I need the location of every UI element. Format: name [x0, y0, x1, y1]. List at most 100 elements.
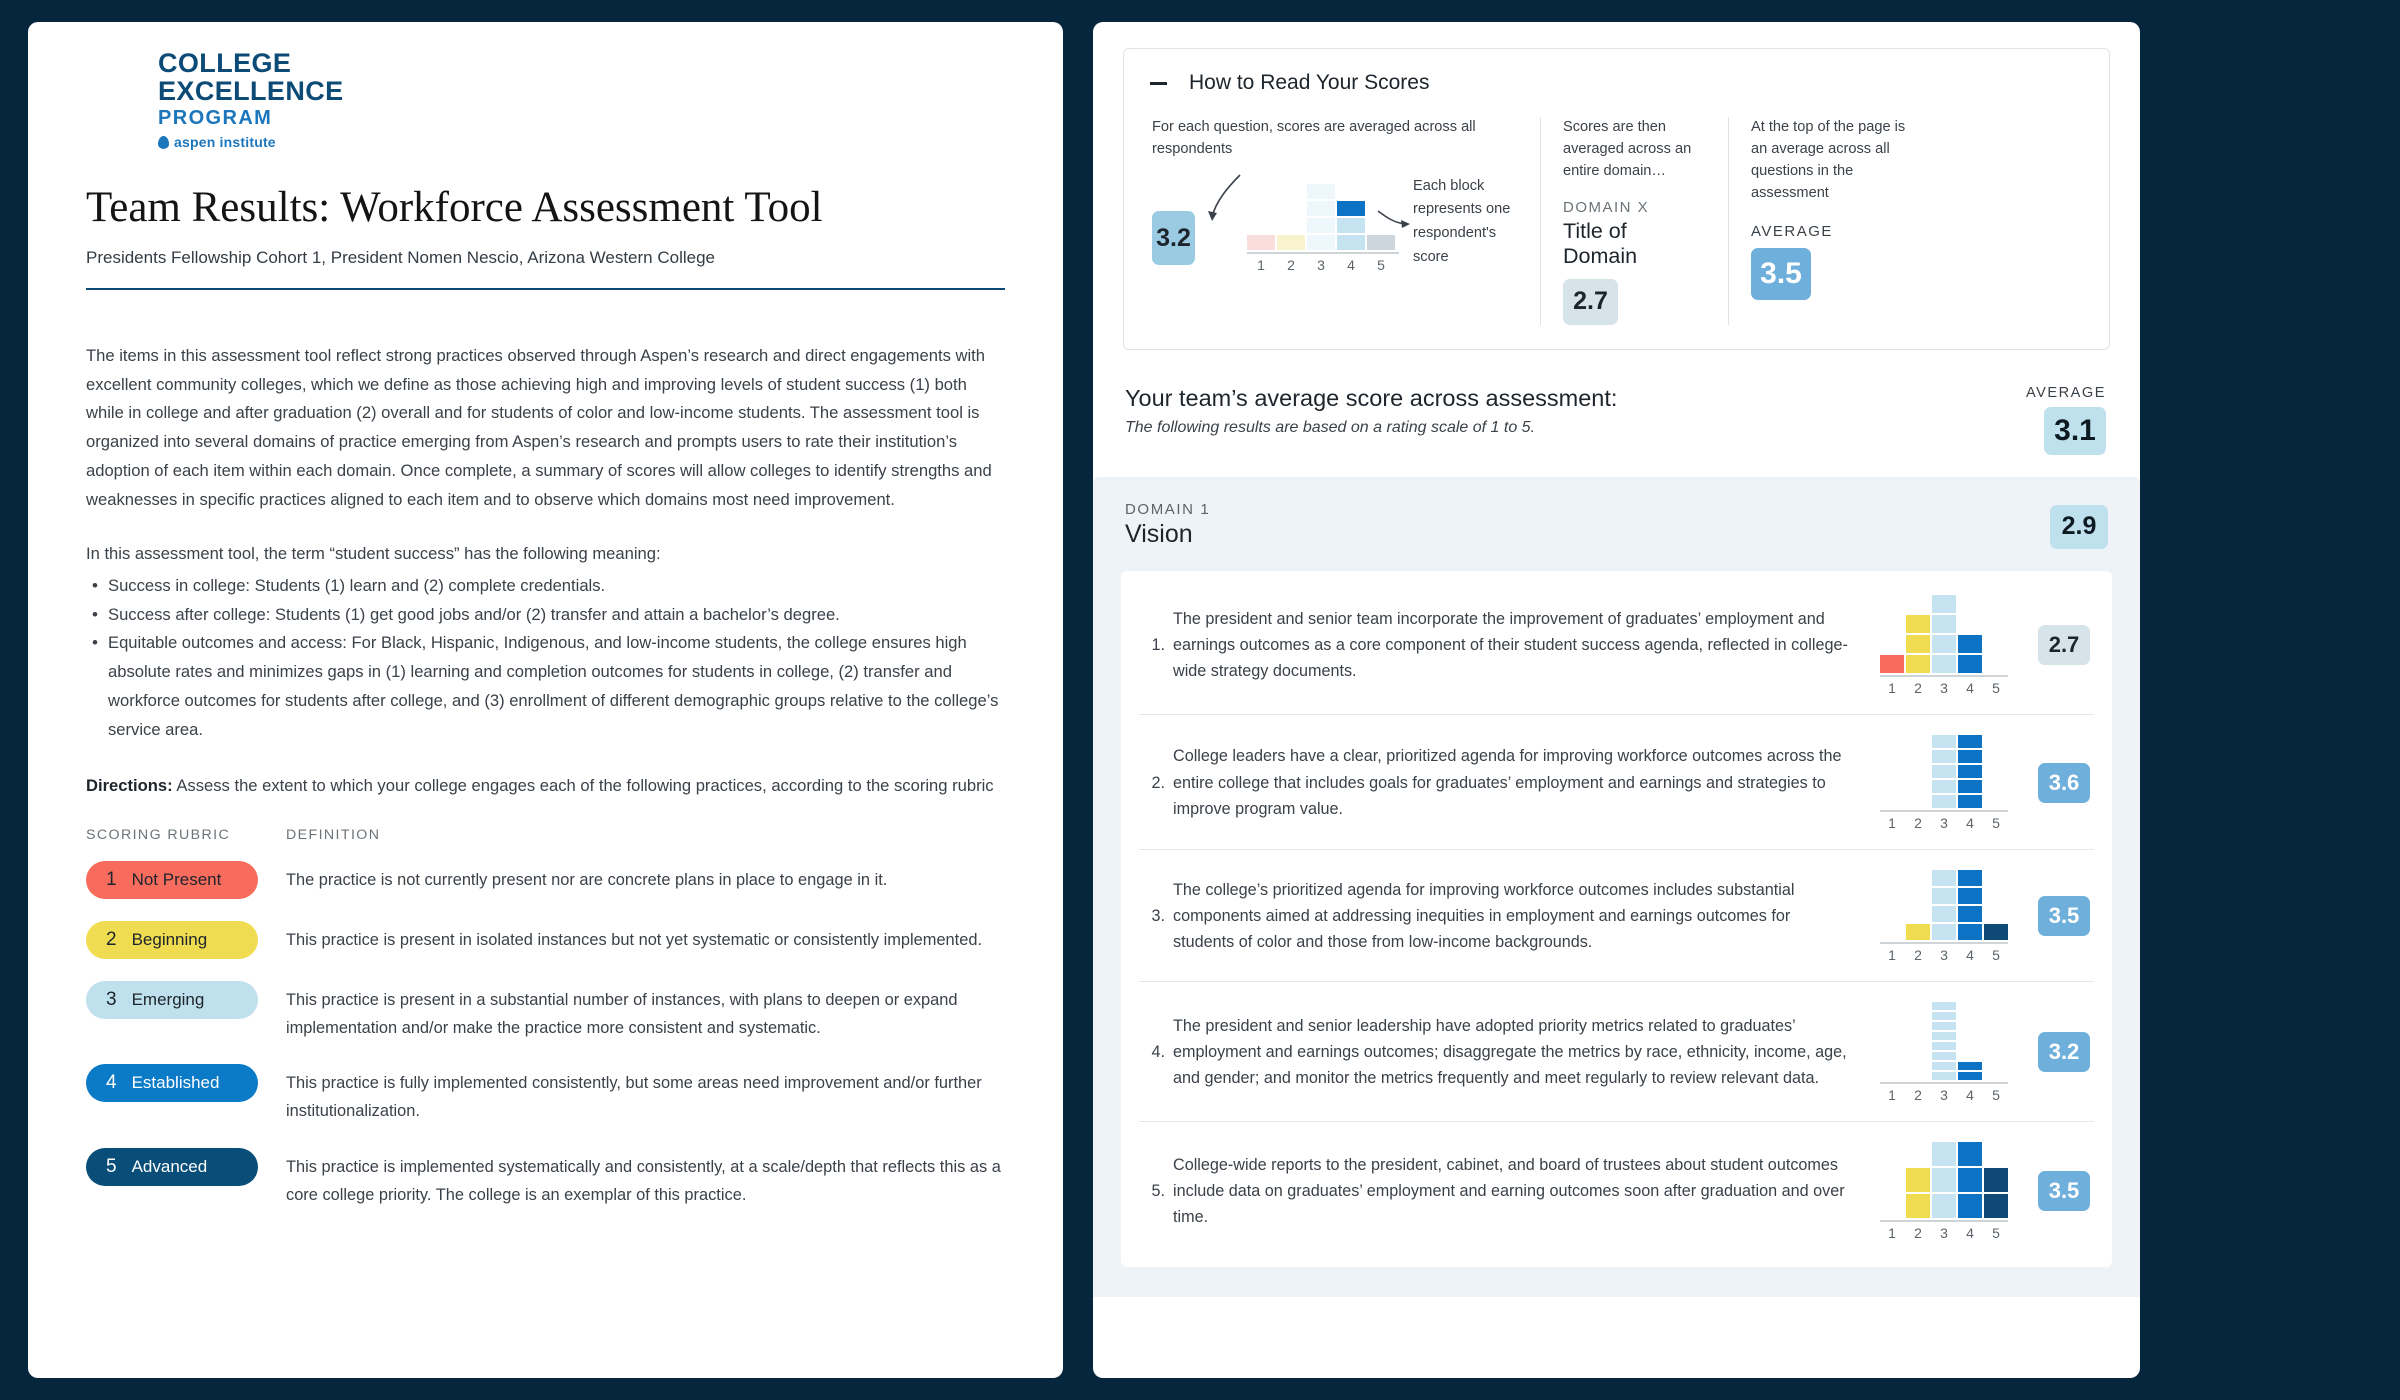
item-distribution-chart: 1 2 3 4 5 [1866, 869, 2022, 963]
workspace: COLLEGE EXCELLENCE PROGRAM aspen institu… [0, 0, 2400, 1400]
item-block [1932, 734, 1956, 748]
how-to-read-panel: How to Read Your Scores For each questio… [1123, 48, 2110, 350]
item-axis-tick: 2 [1914, 814, 1922, 831]
item-bars [1880, 1141, 2008, 1218]
item-bars [1880, 594, 2008, 673]
assessment-item-row: 1. The president and senior team incorpor… [1139, 575, 2094, 715]
item-block [1958, 794, 1982, 808]
legend-block [1336, 201, 1365, 217]
legend-bars [1246, 184, 1395, 251]
item-axis-line [1880, 1081, 2008, 1084]
rubric-pill-3: 3 Emerging [86, 980, 258, 1019]
item-axis-tick: 4 [1966, 1224, 1974, 1241]
domain-label: DOMAIN 1 [1125, 500, 1211, 518]
item-axis-tick: 1 [1888, 1224, 1896, 1241]
curved-arrow-icon [1208, 174, 1241, 221]
item-text: The president and senior leadership have… [1173, 1016, 1847, 1088]
item-block [1958, 1193, 1982, 1218]
example-domain-title: Title of Domain [1563, 218, 1638, 268]
item-distribution-chart: 1 2 3 4 5 [1866, 734, 2022, 831]
item-bar-2 [1906, 1167, 1930, 1218]
item-axis-tick: 4 [1966, 814, 1974, 831]
item-number: 1. [1151, 636, 1165, 655]
rubric-definition-3: This practice is present in a substantia… [286, 990, 958, 1037]
directions-paragraph: Directions: Assess the extent to which y… [86, 772, 1005, 801]
rubric-label-2: Beginning [131, 929, 208, 949]
item-block [1932, 594, 1956, 613]
how-to-read-col3-caption: At the top of the page is an average acr… [1751, 119, 1906, 201]
item-text: College leaders have a clear, prioritize… [1173, 747, 1842, 818]
legend-bar-5 [1366, 235, 1395, 251]
item-block [1932, 1031, 1956, 1040]
item-block [1984, 923, 2008, 940]
rubric-pill-2: 2 Beginning [86, 920, 258, 959]
item-bar-5 [1984, 1167, 2008, 1218]
legend-block [1306, 218, 1335, 234]
item-score-badge: 3.6 [2038, 762, 2090, 803]
item-block [1958, 1071, 1982, 1080]
item-axis-tick: 3 [1940, 814, 1948, 831]
legend-axis-tick: 2 [1287, 257, 1295, 274]
domain-score-badge: 2.9 [2050, 504, 2108, 549]
legend-axis-tick: 1 [1257, 257, 1265, 274]
list-item: Success in college: Students (1) learn a… [86, 571, 1005, 601]
item-axis-tick: 4 [1966, 679, 1974, 696]
rubric-score-3: 3 [106, 988, 117, 1010]
item-block [1958, 1167, 1982, 1192]
directions-text: Assess the extent to which your college … [172, 775, 994, 795]
item-block [1958, 749, 1982, 763]
legend-block [1306, 201, 1335, 217]
intro-paragraph: The items in this assessment tool reflec… [86, 345, 992, 509]
item-number: 3. [1151, 907, 1165, 926]
item-bar-3 [1932, 1141, 1956, 1218]
rubric-definition-4: This practice is fully implemented consi… [286, 1074, 982, 1121]
rubric-row: 5 Advanced This practice is implemented … [86, 1147, 1005, 1209]
item-block [1958, 779, 1982, 793]
item-distribution-chart: 1 2 3 4 5 [1866, 1141, 2022, 1241]
title-divider [86, 287, 1005, 290]
legend-example-badge: 3.2 [1152, 211, 1195, 266]
item-block [1932, 1061, 1956, 1070]
rubric-label-4: Established [131, 1073, 220, 1093]
item-block [1932, 905, 1956, 922]
item-text: The college’s prioritized agenda for imp… [1173, 880, 1795, 952]
item-score-cell: 2.7 [2022, 625, 2094, 666]
rubric-score-4: 4 [106, 1072, 117, 1094]
item-axis-labels: 1 2 3 4 5 [1880, 680, 2008, 696]
legend-axis-tick: 3 [1317, 257, 1325, 274]
item-axis-tick: 1 [1888, 946, 1896, 963]
example-domain-label: DOMAIN X [1563, 198, 1650, 216]
legend-block [1336, 235, 1365, 251]
how-to-read-header[interactable]: How to Read Your Scores [1150, 71, 2083, 95]
item-number: 2. [1151, 773, 1165, 792]
legend-block [1366, 235, 1395, 251]
item-bar-3 [1932, 869, 1956, 940]
item-block [1932, 1141, 1956, 1166]
item-bars [1880, 1001, 2008, 1080]
rubric-score-1: 1 [106, 868, 117, 890]
item-score-badge: 3.5 [2038, 1171, 2090, 1212]
item-axis-tick: 1 [1888, 1086, 1896, 1103]
item-axis-labels: 1 2 3 4 5 [1880, 1087, 2008, 1103]
item-score-cell: 3.5 [2022, 896, 2094, 937]
item-bar-4 [1958, 734, 1982, 808]
definition-bullet-list: Success in college: Students (1) learn a… [86, 571, 1005, 745]
item-score-badge: 3.2 [2038, 1032, 2090, 1073]
item-block [1932, 869, 1956, 886]
item-bar-4 [1958, 1141, 1982, 1218]
item-block [1958, 905, 1982, 922]
item-block [1932, 1001, 1956, 1010]
how-to-read-col-3: At the top of the page is an average acr… [1728, 117, 1928, 325]
item-block [1906, 923, 1930, 940]
item-block [1958, 887, 1982, 904]
item-block [1932, 1041, 1956, 1050]
rubric-label-1: Not Present [131, 869, 222, 889]
item-bar-3 [1932, 1001, 1956, 1080]
item-axis-labels: 1 2 3 4 5 [1880, 815, 2008, 831]
item-bar-4 [1958, 869, 1982, 940]
list-item: Equitable outcomes and access: For Black… [86, 628, 1005, 744]
legend-block [1246, 235, 1275, 251]
example-average-badge: 3.5 [1751, 247, 1811, 300]
minus-icon[interactable] [1150, 81, 1167, 85]
item-axis-tick: 5 [1992, 679, 2000, 696]
